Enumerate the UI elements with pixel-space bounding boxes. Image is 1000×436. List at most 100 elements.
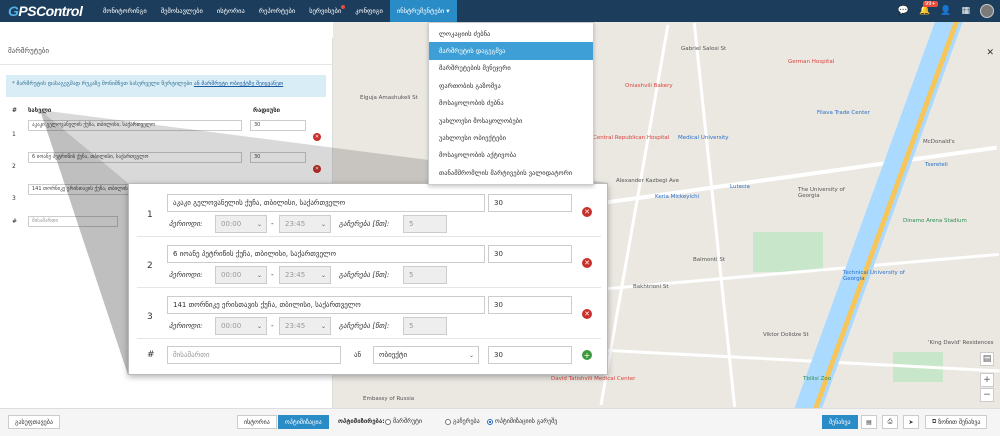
address-input[interactable]: აკაკი გელოვანელის ქუჩა, თბილისი, საქართვ… — [28, 120, 242, 131]
menu-item-route-manager[interactable]: მარშრუტების მენეჯერი — [429, 60, 593, 77]
radius-input[interactable]: 30 — [488, 245, 572, 263]
map-label: Technical University of Georgia — [843, 270, 905, 282]
delete-icon[interactable]: ✕ — [582, 309, 592, 319]
duration-input[interactable]: 5 — [403, 266, 447, 284]
save-button[interactable]: შენახვა — [822, 415, 858, 429]
map-label: German Hospital — [788, 59, 835, 65]
apps-grid-icon[interactable]: ▦ — [961, 6, 970, 16]
optimize-label: ოპტიმიზირება: — [338, 418, 385, 425]
map-label: The University of Georgia — [798, 187, 845, 199]
radius-input[interactable]: 30 — [488, 194, 572, 212]
zoom-out-button[interactable]: − — [980, 388, 994, 402]
nav-income[interactable]: შემოსავლები — [154, 0, 210, 22]
from-time-select[interactable]: 00:00 ⌄ — [215, 317, 267, 335]
duration-input[interactable]: 5 — [403, 215, 447, 233]
map-road — [692, 22, 737, 408]
radio-icon[interactable] — [487, 418, 493, 425]
nav-services[interactable]: სერვისები — [302, 0, 348, 22]
bell-icon[interactable]: 🔔 99+ — [919, 1, 938, 16]
info-link[interactable]: ან მარშრუტი ობიექტზე შეიყვანეთ — [194, 81, 283, 87]
nav-reports[interactable]: რეპორტები — [252, 0, 302, 22]
to-time-select[interactable]: 23:45 ⌄ — [279, 317, 331, 335]
to-time-select[interactable]: 23:45 ⌄ — [279, 266, 331, 284]
menu-item-search[interactable]: მოსაყოლობის ძებნა — [429, 95, 593, 112]
delete-icon[interactable]: ✕ — [313, 133, 321, 141]
duration-input[interactable]: 5 — [403, 317, 447, 335]
menu-item-nearest[interactable]: უახლოესი მოსაყოლობები — [429, 112, 593, 129]
map-label: Medical University — [678, 135, 729, 141]
map-label: Filava Trade Center — [817, 110, 870, 116]
map-label: Gabriel Salosi St — [681, 46, 727, 52]
top-right-icons: 💬 🔔 99+ 👤 ▦ — [898, 0, 994, 22]
menu-item-nearest-objects[interactable]: უახლოესი ობიექტები — [429, 129, 593, 146]
table-header: # სახელი რადიუსი — [12, 107, 280, 114]
document-icon[interactable]: ▤ — [861, 415, 877, 429]
zoom-in-button[interactable]: + — [980, 373, 994, 387]
menu-item-area-measure[interactable]: ფართობის გაზომვა — [429, 77, 593, 94]
new-address-input[interactable]: მისამართი — [167, 346, 341, 364]
notification-badge: 99+ — [923, 1, 938, 7]
add-stop-button[interactable]: + — [582, 350, 592, 360]
radius-input[interactable]: 30 — [250, 120, 306, 131]
delete-icon[interactable]: ✕ — [313, 165, 321, 173]
menu-item-route-planning[interactable]: მარშრუტის დაგეგმვა — [429, 42, 593, 60]
print-icon[interactable]: ⎙ — [882, 415, 898, 429]
address-input[interactable]: აკაკი გელოვანელის ქუჩა, თბილისი, საქართვ… — [167, 194, 485, 212]
zoomed-route-editor: 1 აკაკი გელოვანელის ქუჩა, თბილისი, საქარ… — [128, 183, 608, 375]
history-button[interactable]: ისტორია — [237, 415, 277, 429]
close-icon[interactable]: ✕ — [986, 48, 994, 58]
map-label: Keria Mickeyichi — [655, 194, 700, 200]
radius-input[interactable]: 30 — [250, 152, 306, 163]
chat-icon[interactable]: 💬 — [898, 6, 909, 16]
from-time-select[interactable]: 00:00 ⌄ — [215, 215, 267, 233]
map-label: Tbilisi Zoo — [803, 376, 832, 382]
from-time-select[interactable]: 00:00 ⌄ — [215, 266, 267, 284]
list-item: 2 6 იოანე პეტრიწის ქუჩა, თბილისი, საქართ… — [12, 152, 321, 173]
send-icon[interactable]: ➤ — [903, 415, 919, 429]
main-nav: მონიტორინგი შემოსავლები ისტორია რეპორტებ… — [96, 0, 457, 22]
address-input[interactable]: 6 იოანე პეტრიწის ქუჩა, თბილისი, საქართვე… — [28, 152, 242, 163]
app-logo[interactable]: GPSControl — [0, 3, 96, 19]
radio-no-optimize[interactable]: ოპტიმიზაციის გარეშე — [487, 418, 557, 425]
map-label: Dinamo Arena Stadium — [903, 218, 967, 224]
address-input[interactable]: მისამართი — [28, 216, 118, 227]
zone-save-button[interactable]: ⧉ ზონით შენახვა — [925, 415, 988, 429]
nav-monitoring[interactable]: მონიტორინგი — [96, 0, 154, 22]
radio-route[interactable]: მარშრუტი — [385, 418, 422, 425]
nav-config[interactable]: კონფიგი — [348, 0, 390, 22]
map-label: Lutecia — [730, 184, 750, 190]
map-label: Elguja Amashukeli St — [360, 95, 418, 101]
nav-history[interactable]: ისტორია — [210, 0, 252, 22]
nav-tools[interactable]: ინსტრუმენტები ▾ — [389, 0, 457, 22]
map-label: Balmonti St — [693, 257, 725, 263]
map-park — [753, 232, 823, 272]
object-select[interactable]: ობიექტი ⌄ — [373, 346, 479, 364]
notification-dot — [341, 5, 346, 9]
map-label: McDonald's — [923, 139, 955, 145]
menu-item-location-search[interactable]: ლოკაციის ძებნა — [429, 25, 593, 42]
top-bar: GPSControl მონიტორინგი შემოსავლები ისტორ… — [0, 0, 1000, 22]
list-item: 1 აკაკი გელოვანელის ქუჩა, თბილისი, საქარ… — [12, 120, 321, 141]
radio-stop[interactable]: გაჩერება — [445, 418, 480, 425]
avatar[interactable] — [980, 4, 994, 18]
map-layers-icon[interactable]: ▤ — [980, 352, 994, 366]
user-icon[interactable]: 👤 — [940, 6, 951, 16]
address-input[interactable]: 6 იოანე პეტრიწის ქუჩა, თბილისი, საქართვე… — [167, 245, 485, 263]
radio-icon[interactable] — [385, 418, 391, 425]
optimize-button[interactable]: ოპტიმიზაცია — [278, 415, 329, 429]
new-radius-input[interactable]: 30 — [488, 346, 572, 364]
menu-item-validator[interactable]: თანამშრომლის მარტივების ვალიდატორი — [429, 164, 593, 181]
panel-title: მარშრუტები — [0, 38, 332, 65]
clear-button[interactable]: გასუფთავება — [8, 415, 60, 429]
address-input[interactable]: 141 თორნიკე ერისთავის ქუჩა, თბილისი, საქ… — [167, 296, 485, 314]
delete-icon[interactable]: ✕ — [582, 207, 592, 217]
radius-input[interactable]: 30 — [488, 296, 572, 314]
delete-icon[interactable]: ✕ — [582, 258, 592, 268]
menu-item-activity[interactable]: მოსაყოლობის აქტივობა — [429, 147, 593, 164]
map-label: 'King David' Residences — [928, 340, 994, 346]
radio-icon[interactable] — [445, 418, 451, 425]
map-label: Alexander Kazbegi Ave — [616, 178, 680, 184]
to-time-select[interactable]: 23:45 ⌄ — [279, 215, 331, 233]
divider — [137, 338, 601, 339]
map-label: Embassy of Russia — [363, 396, 415, 402]
